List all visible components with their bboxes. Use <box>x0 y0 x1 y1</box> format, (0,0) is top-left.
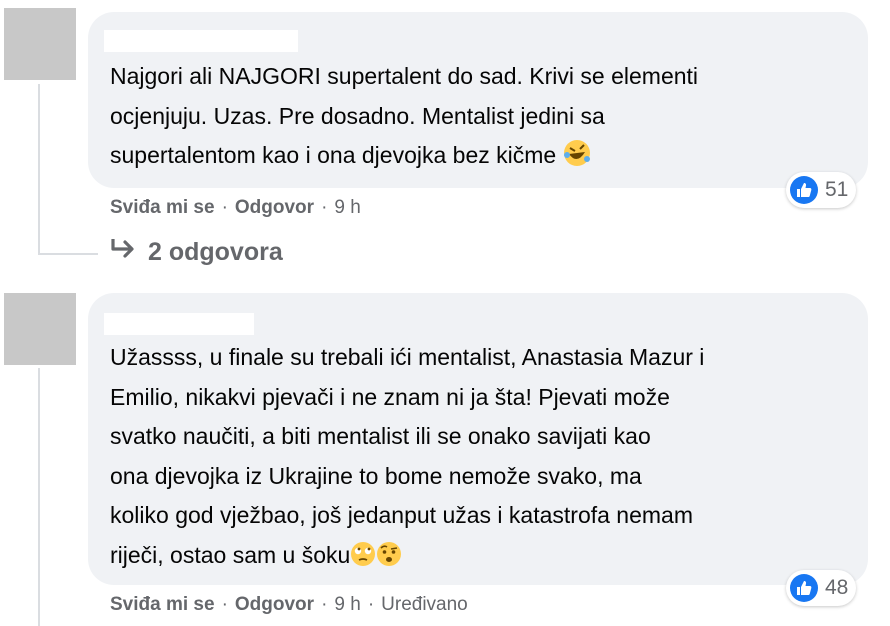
thread-line <box>38 368 40 626</box>
commenter-name-redacted[interactable] <box>104 30 298 52</box>
timestamp[interactable]: 9 h <box>334 594 360 616</box>
reaction-badge[interactable]: 51 <box>786 172 857 208</box>
edited-label[interactable]: Uređivano <box>381 594 468 616</box>
reaction-badge[interactable]: 48 <box>786 570 857 606</box>
reply-button[interactable]: Odgovor <box>235 594 314 616</box>
like-reaction-icon <box>790 574 818 602</box>
replies-count-label: 2 odgovora <box>148 238 283 266</box>
like-button[interactable]: Sviđa mi se <box>110 197 215 219</box>
separator-dot: · <box>367 594 375 615</box>
reaction-count: 48 <box>825 576 849 599</box>
view-replies-link[interactable]: 2 odgovora <box>110 238 283 267</box>
comment-actions: Sviđa mi se · Odgovor · 9 h · Uređivano <box>110 594 468 616</box>
like-button[interactable]: Sviđa mi se <box>110 594 215 616</box>
timestamp[interactable]: 9 h <box>334 197 360 219</box>
comment-text: Užassss, u finale su trebali ići mentali… <box>110 338 704 579</box>
reply-arrow-icon <box>110 238 136 267</box>
reply-button[interactable]: Odgovor <box>235 197 314 219</box>
face-with-rolling-eyes-icon <box>350 540 376 580</box>
thread-line <box>38 84 40 255</box>
separator-dot: · <box>221 594 228 615</box>
comment-actions: Sviđa mi se · Odgovor · 9 h <box>110 197 361 219</box>
commenter-avatar[interactable] <box>4 293 76 365</box>
thread-line-curve <box>38 253 98 255</box>
separator-dot: · <box>321 197 328 218</box>
commenter-name-redacted[interactable] <box>104 313 254 335</box>
face-with-raised-eyebrow-icon <box>376 540 402 580</box>
commenter-avatar[interactable] <box>4 8 76 80</box>
separator-dot: · <box>321 594 328 615</box>
rolling-on-floor-laughing-icon <box>563 139 591 180</box>
reaction-count: 51 <box>825 178 849 201</box>
separator-dot: · <box>221 197 228 218</box>
comment-text: Najgori ali NAJGORI supertalent do sad. … <box>110 57 698 180</box>
like-reaction-icon <box>790 176 818 204</box>
